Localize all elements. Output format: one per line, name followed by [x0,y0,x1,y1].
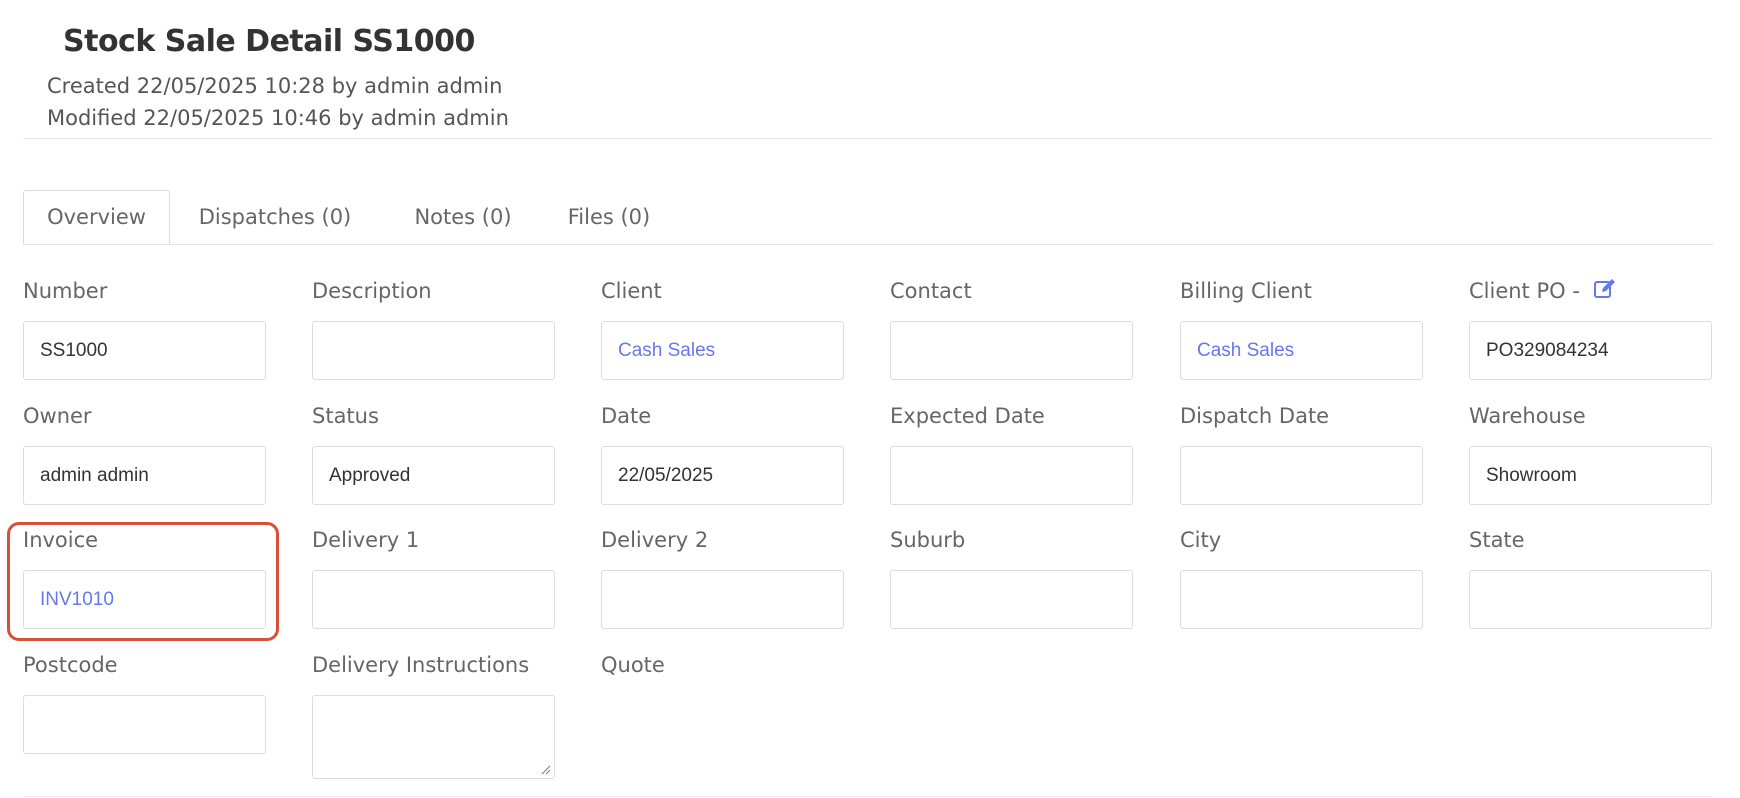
description-label: Description [312,279,432,303]
billing-client-label: Billing Client [1180,279,1312,303]
suburb-label: Suburb [890,528,966,552]
expected-date-field[interactable] [890,446,1133,505]
created-info: Created 22/05/2025 10:28 by admin admin [47,74,503,98]
resize-handle-icon[interactable] [541,765,551,775]
tab-notes[interactable]: Notes (0) [408,190,518,244]
status-field[interactable]: Approved [312,446,555,505]
client-po-field[interactable]: PO329084234 [1469,321,1712,380]
warehouse-label: Warehouse [1469,404,1586,428]
tab-overview[interactable]: Overview [23,190,170,244]
number-field[interactable]: SS1000 [23,321,266,380]
status-label: Status [312,404,379,428]
detail-tabs: Overview Dispatches (0) Notes (0) Files … [23,190,1713,245]
client-po-label: Client PO - [1469,279,1617,304]
dispatch-date-field[interactable] [1180,446,1423,505]
postcode-label: Postcode [23,653,118,677]
description-field[interactable] [312,321,555,380]
delivery2-label: Delivery 2 [601,528,709,552]
delivery-instructions-textarea[interactable] [312,695,555,779]
state-label: State [1469,528,1525,552]
client-label: Client [601,279,662,303]
owner-field[interactable]: admin admin [23,446,266,505]
owner-label: Owner [23,404,92,428]
number-label: Number [23,279,108,303]
edit-icon[interactable] [1593,277,1617,301]
modified-info: Modified 22/05/2025 10:46 by admin admin [47,106,509,130]
city-label: City [1180,528,1222,552]
delivery-instructions-label: Delivery Instructions [312,653,530,677]
postcode-field[interactable] [23,695,266,754]
date-label: Date [601,404,652,428]
suburb-field[interactable] [890,570,1133,629]
page-title: Stock Sale Detail SS1000 [63,24,475,59]
client-link[interactable]: Cash Sales [601,321,844,380]
expected-date-label: Expected Date [890,404,1045,428]
delivery1-field[interactable] [312,570,555,629]
section-divider [23,796,1713,797]
tab-files[interactable]: Files (0) [562,190,656,244]
invoice-link[interactable]: INV1010 [23,570,266,629]
city-field[interactable] [1180,570,1423,629]
client-po-label-text: Client PO - [1469,279,1580,303]
state-field[interactable] [1469,570,1712,629]
delivery1-label: Delivery 1 [312,528,420,552]
warehouse-field[interactable]: Showroom [1469,446,1712,505]
contact-label: Contact [890,279,972,303]
tab-dispatches[interactable]: Dispatches (0) [190,190,360,244]
invoice-label: Invoice [23,528,99,552]
page-header: Stock Sale Detail SS1000 Created 22/05/2… [23,0,1713,139]
date-field[interactable]: 22/05/2025 [601,446,844,505]
stock-sale-detail-page: Stock Sale Detail SS1000 Created 22/05/2… [0,0,1740,798]
contact-field[interactable] [890,321,1133,380]
delivery2-field[interactable] [601,570,844,629]
quote-label: Quote [601,653,665,677]
billing-client-link[interactable]: Cash Sales [1180,321,1423,380]
dispatch-date-label: Dispatch Date [1180,404,1330,428]
